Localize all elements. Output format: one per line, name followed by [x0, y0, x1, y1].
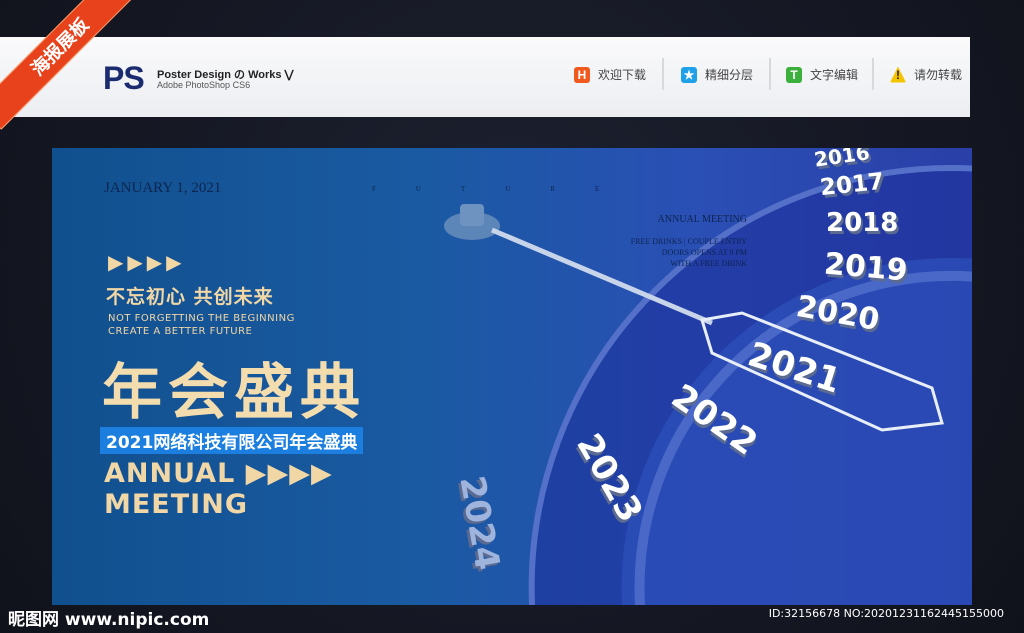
divider	[769, 58, 771, 90]
image-id: ID:32156678 NO:20201231162445155000	[768, 607, 1004, 620]
am-line: WITH A FREE DRINK	[670, 259, 747, 268]
h-icon: H	[574, 66, 590, 83]
annual-meeting-title: ANNUAL ▶▶▶▶ MEETING	[104, 458, 333, 520]
action-label: 精细分层	[705, 68, 754, 82]
divider	[872, 58, 874, 90]
main-title: 年会盛典	[102, 358, 366, 428]
annual-meeting-info: ANNUAL MEETING FREE DRINKS | COUPLE ENTRY…	[631, 214, 747, 269]
english-slogan-line: CREATE A BETTER FUTURE	[108, 326, 253, 337]
action-label: 欢迎下载	[598, 68, 647, 82]
am-line: FREE DRINKS | COUPLE ENTRY	[630, 237, 747, 246]
am-title: ANNUAL MEETING	[657, 214, 747, 225]
year-2019: 2019	[822, 246, 909, 289]
am-line: DOORS OPENS AT 9 PM	[661, 248, 747, 257]
text-icon: T	[786, 66, 802, 83]
action-download[interactable]: H 欢迎下载	[574, 66, 646, 83]
date: JANUARY 1, 2021	[104, 180, 222, 196]
arrows-decoration: ▶▶▶▶	[108, 250, 186, 274]
action-label: 文字编辑	[810, 68, 859, 82]
company-subtitle: 2021网络科技有限公司年会盛典	[100, 427, 364, 454]
needle-hub-cap	[460, 204, 484, 226]
meeting-line: MEETING	[104, 489, 248, 520]
divider	[662, 58, 664, 90]
action-text-edit[interactable]: T 文字编辑	[786, 66, 858, 83]
star-icon: ★	[681, 66, 697, 83]
ps-logo: PS	[103, 60, 145, 96]
warning-icon: !	[890, 66, 906, 83]
future-text: FUTURE	[372, 185, 640, 193]
slogan: 不忘初心 共创未来	[106, 286, 274, 308]
annual-line: ANNUAL ▶▶▶▶	[104, 458, 333, 489]
english-slogan-line: NOT FORGETTING THE BEGINNING	[108, 313, 295, 324]
header-subtitle: Adobe PhotoShop CS6	[157, 80, 251, 90]
year-2018: 2018	[826, 208, 899, 238]
english-slogan: NOT FORGETTING THE BEGINNING CREATE A BET…	[108, 312, 295, 338]
action-layers[interactable]: ★ 精细分层	[681, 66, 753, 83]
action-no-repost[interactable]: ! 请勿转载	[890, 66, 962, 83]
action-label: 请勿转载	[914, 68, 963, 82]
watermark-site: 昵图网 www.nipic.com	[8, 610, 210, 630]
poster-image: JANUARY 1, 2021 FUTURE ▶▶▶▶ 不忘初心 共创未来 NO…	[52, 148, 972, 605]
